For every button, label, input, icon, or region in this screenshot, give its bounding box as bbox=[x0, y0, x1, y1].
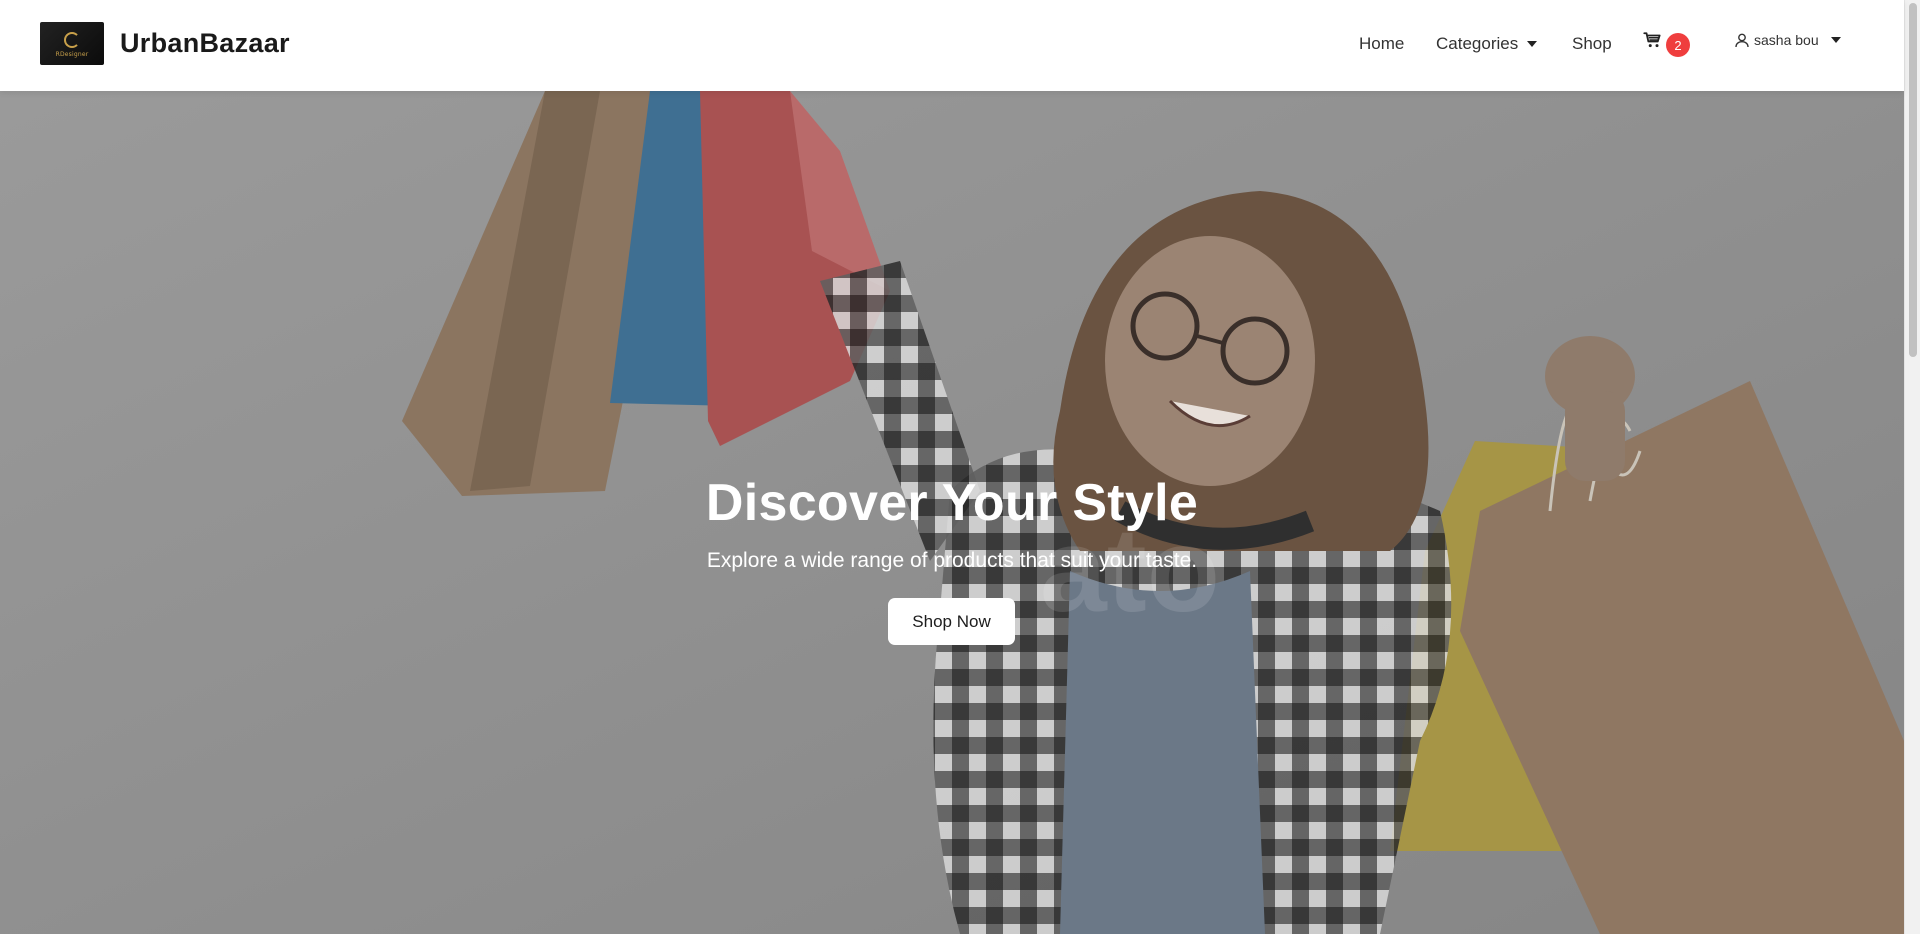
logo-mark-icon bbox=[64, 31, 80, 48]
nav-categories[interactable]: Categories bbox=[1436, 30, 1538, 58]
hero-banner: ato Discover Your Style Explore a wide r… bbox=[0, 91, 1904, 934]
nav-shop[interactable]: Shop bbox=[1572, 30, 1612, 58]
nav-shop-label[interactable]: Shop bbox=[1572, 34, 1612, 54]
logo-text: RDesigner bbox=[55, 50, 89, 58]
hero-subtitle: Explore a wide range of products that su… bbox=[706, 549, 1198, 572]
cart-count-badge[interactable]: 2 bbox=[1666, 33, 1690, 57]
hero-content: Discover Your Style Explore a wide range… bbox=[0, 91, 1904, 934]
nav-categories-label[interactable]: Categories bbox=[1436, 34, 1518, 54]
nav-home[interactable]: Home bbox=[1359, 30, 1404, 58]
nav-home-label[interactable]: Home bbox=[1359, 34, 1404, 54]
shop-now-button[interactable]: Shop Now bbox=[888, 598, 1015, 645]
user-name[interactable]: sasha bou bbox=[1754, 32, 1819, 48]
page: RDesigner UrbanBazaar Home Categories Sh… bbox=[0, 0, 1920, 934]
site-header: RDesigner UrbanBazaar Home Categories Sh… bbox=[0, 0, 1904, 91]
chevron-down-icon[interactable] bbox=[1830, 37, 1841, 43]
cart-button[interactable] bbox=[1643, 31, 1662, 49]
logo[interactable]: RDesigner bbox=[40, 22, 104, 65]
hero-title: Discover Your Style bbox=[705, 474, 1199, 532]
user-icon bbox=[1735, 33, 1749, 48]
chevron-down-icon[interactable] bbox=[1527, 41, 1538, 47]
brand-name[interactable]: UrbanBazaar bbox=[120, 28, 290, 59]
scrollbar-thumb[interactable] bbox=[1909, 3, 1917, 357]
cart-icon[interactable] bbox=[1643, 31, 1662, 49]
user-menu[interactable]: sasha bou bbox=[1735, 32, 1841, 48]
page-scrollbar[interactable] bbox=[1904, 0, 1920, 934]
